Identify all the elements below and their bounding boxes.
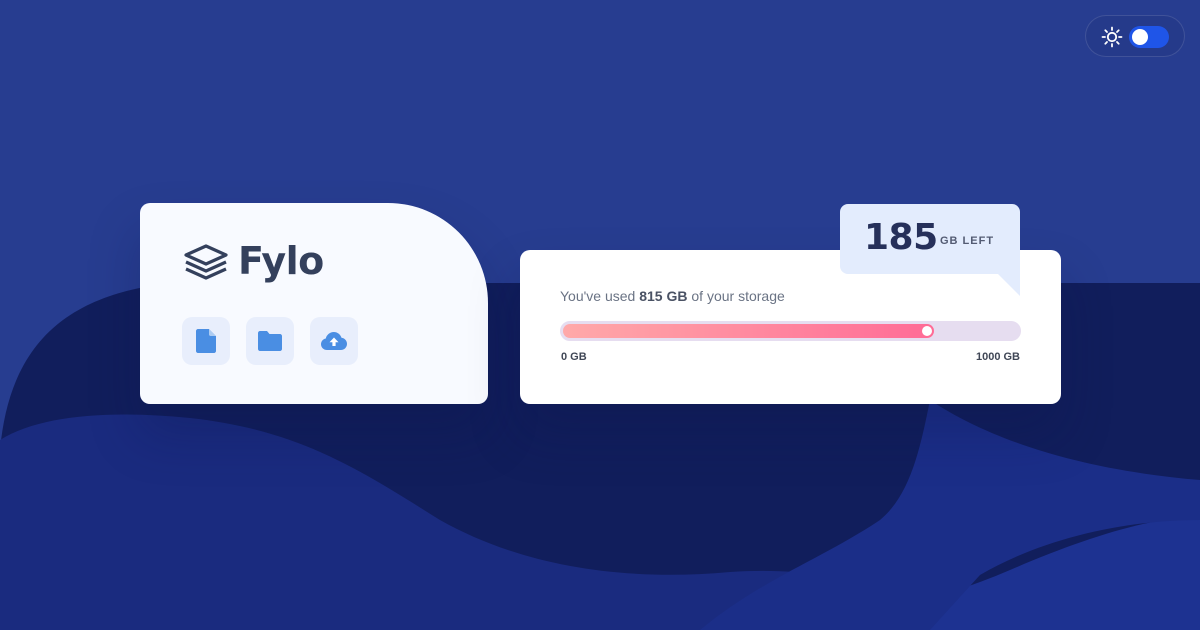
document-icon xyxy=(196,329,216,353)
theme-switch[interactable] xyxy=(1129,26,1169,48)
document-button[interactable] xyxy=(182,317,230,365)
remaining-value: 185 xyxy=(864,217,938,258)
upload-button[interactable] xyxy=(310,317,358,365)
brand-name: Fylo xyxy=(238,239,324,283)
storage-usage-text: You've used 815 GB of your storage xyxy=(560,288,785,304)
scale-max-label: 1000 GB xyxy=(975,351,1020,363)
cloud-upload-icon xyxy=(321,332,347,350)
usage-prefix: You've used xyxy=(560,288,640,304)
theme-toggle[interactable] xyxy=(1085,15,1185,57)
sun-icon xyxy=(1101,26,1123,48)
used-value: 815 GB xyxy=(639,288,688,304)
progress-knob xyxy=(922,326,932,336)
usage-suffix: of your storage xyxy=(687,288,785,304)
logo-card: Fylo xyxy=(140,203,488,404)
stacked-layers-icon xyxy=(184,244,228,280)
folder-icon xyxy=(258,331,282,351)
storage-progress-bar xyxy=(560,321,1021,341)
remaining-unit: GB LEFT xyxy=(940,235,995,247)
folder-button[interactable] xyxy=(246,317,294,365)
switch-knob xyxy=(1132,29,1148,45)
scale-min-label: 0 GB xyxy=(561,351,587,363)
callout-tail xyxy=(998,274,1020,296)
storage-remaining-callout: 185 GB LEFT xyxy=(840,204,1020,274)
storage-progress-fill xyxy=(563,324,934,338)
